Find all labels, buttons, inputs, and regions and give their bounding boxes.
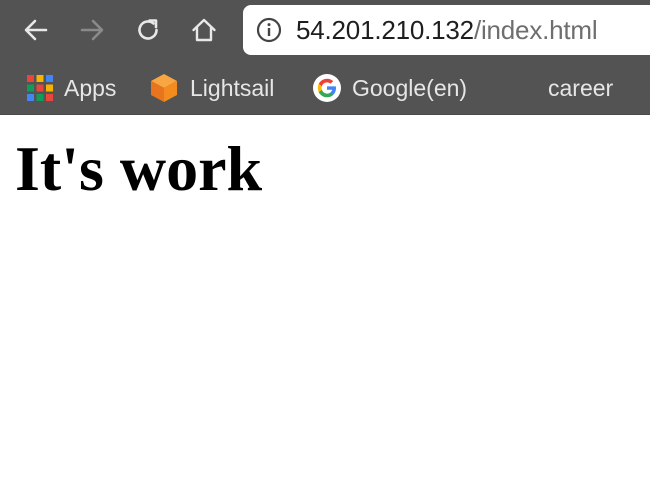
- info-icon[interactable]: [256, 17, 282, 43]
- home-icon: [190, 16, 218, 44]
- page-heading: It's work: [15, 133, 263, 204]
- apps-grid-icon: [26, 74, 54, 102]
- browser-chrome: 54.201.210.132/index.html Apps Lightsail…: [0, 0, 650, 115]
- google-g-icon: [312, 73, 342, 103]
- back-button[interactable]: [16, 10, 56, 50]
- url-host: 54.201.210.132: [296, 14, 474, 45]
- address-bar[interactable]: 54.201.210.132/index.html: [243, 5, 650, 55]
- bookmark-label: Apps: [64, 74, 117, 101]
- reload-icon: [134, 16, 162, 44]
- bookmark-label: career: [548, 74, 614, 101]
- bookmark-apps[interactable]: Apps: [26, 62, 116, 114]
- bookmark-label: Google(en): [352, 74, 468, 101]
- home-button[interactable]: [184, 10, 224, 50]
- arrow-right-icon: [78, 16, 106, 44]
- url-path: /index.html: [473, 14, 598, 45]
- bookmark-career[interactable]: career: [548, 62, 613, 114]
- bookmark-lightsail[interactable]: Lightsail: [148, 62, 274, 114]
- url-text[interactable]: 54.201.210.132/index.html: [296, 14, 598, 46]
- bookmarks-bar: Apps Lightsail Google(en) career: [0, 62, 650, 115]
- lightsail-cube-icon: [148, 72, 180, 104]
- forward-button[interactable]: [72, 10, 112, 50]
- arrow-left-icon: [22, 16, 50, 44]
- reload-button[interactable]: [128, 10, 168, 50]
- bookmark-google[interactable]: Google(en): [312, 62, 467, 114]
- bookmark-label: Lightsail: [190, 74, 275, 101]
- browser-toolbar: 54.201.210.132/index.html: [0, 0, 650, 62]
